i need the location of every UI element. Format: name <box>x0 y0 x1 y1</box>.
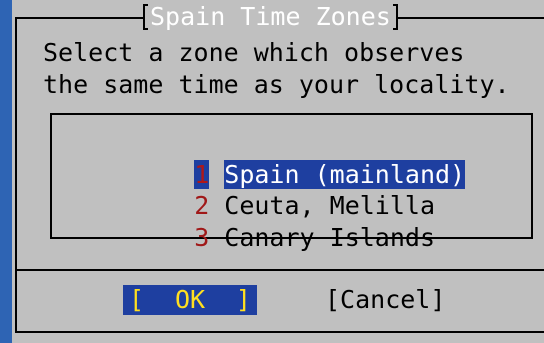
button-area-divider <box>15 269 544 271</box>
ok-bracket-open: [ <box>129 285 145 314</box>
ok-button-label: OK <box>174 285 206 314</box>
zone-item-label: Canary Islands <box>224 223 435 252</box>
cancel-button[interactable]: [Cancel] <box>325 285 445 315</box>
dialog-title-text: Spain Time Zones <box>150 2 391 31</box>
prompt-line-2: the same time as your locality. <box>43 70 510 99</box>
title-bracket-right <box>392 4 398 30</box>
zone-item-number: 3 <box>194 223 210 252</box>
ok-button[interactable]: [ OK ] <box>123 285 257 315</box>
zone-item-spain-mainland[interactable]: 1 Spain (mainland) <box>134 130 466 189</box>
dialog-prompt: Select a zone which observes the same ti… <box>43 37 510 101</box>
prompt-line-1: Select a zone which observes <box>43 38 465 67</box>
timezone-dialog: Spain Time Zones Select a zone which obs… <box>12 0 544 343</box>
ok-bracket-close: ] <box>235 285 251 314</box>
dialog-title: Spain Time Zones <box>143 2 398 32</box>
zone-item-ceuta-melilla[interactable]: 2 Ceuta, Melilla <box>134 161 435 220</box>
zone-item-canary-islands[interactable]: 3 Canary Islands <box>134 193 435 252</box>
